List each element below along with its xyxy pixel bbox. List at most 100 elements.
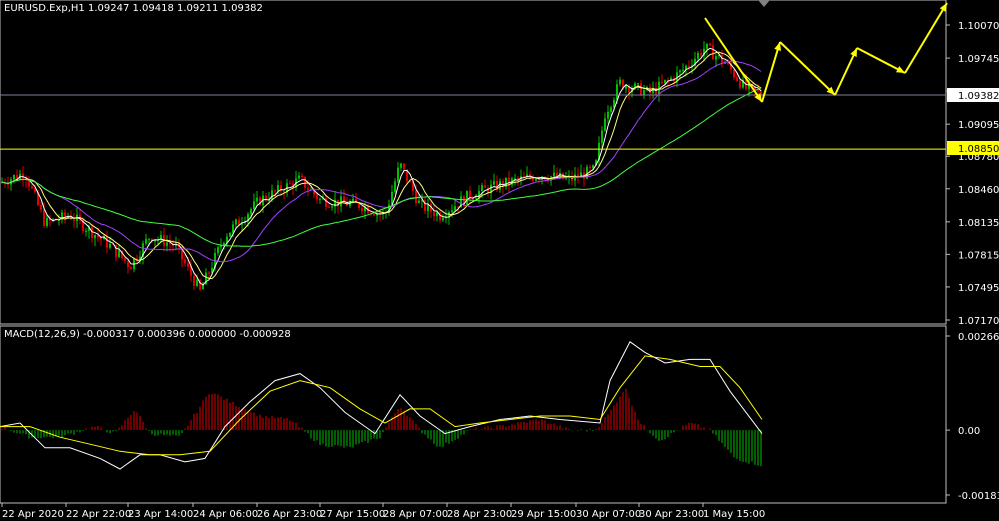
candle-body <box>148 238 150 240</box>
time-tick-label: 26 Apr 23:00 <box>257 509 322 520</box>
price-tick-label: 1.07495 <box>958 283 999 294</box>
candle-body <box>727 62 729 64</box>
hline-price-label: 1.08850 <box>958 144 999 155</box>
candle-body <box>166 242 168 246</box>
candle-body <box>436 212 438 217</box>
candle-body <box>109 243 111 248</box>
candle-body <box>193 275 195 287</box>
candle-body <box>514 178 516 180</box>
time-tick-label: 28 Apr 23:00 <box>447 509 512 520</box>
candle-body <box>415 190 417 203</box>
candle-body <box>442 218 444 221</box>
candle-body <box>256 197 258 202</box>
candle-body <box>712 45 714 60</box>
candle-body <box>250 209 252 215</box>
time-tick-label: 29 Apr 15:00 <box>511 509 576 520</box>
macd-axis: 0.002663 0.00 -0.001837 <box>946 332 999 502</box>
candle-body <box>625 86 627 89</box>
price-panel-frame <box>0 0 947 325</box>
price-panel[interactable]: 1.100701.097451.094201.090951.087801.084… <box>0 0 999 327</box>
price-tick-label: 1.07815 <box>958 250 999 261</box>
candle-body <box>238 219 240 225</box>
candle-body <box>715 56 717 60</box>
candle-body <box>289 183 291 185</box>
candle-body <box>508 177 510 185</box>
time-tick-label: 27 Apr 15:00 <box>320 509 385 520</box>
candle-body <box>457 206 459 208</box>
candle-body <box>604 118 606 131</box>
candle-body <box>475 197 477 199</box>
candle-body <box>361 208 363 212</box>
candle-body <box>709 43 711 46</box>
candle-body <box>124 258 126 262</box>
candle-body <box>739 80 741 88</box>
candle-body <box>7 183 9 185</box>
candle-body <box>706 43 708 49</box>
candle-body <box>433 211 435 217</box>
candle-body <box>619 79 621 85</box>
candle-body <box>301 175 303 177</box>
candle-body <box>466 190 468 205</box>
candle-body <box>397 167 399 182</box>
candle-body <box>253 201 255 210</box>
candle-body <box>274 190 276 192</box>
candle-body <box>394 181 396 192</box>
candle-body <box>535 178 537 181</box>
time-axis: 22 Apr 2020 22 Apr 22:0023 Apr 14:00 24 Ap… <box>1 503 765 520</box>
price-tick-label: 1.08135 <box>958 218 999 229</box>
candle-body <box>298 175 300 179</box>
candle-body <box>319 199 321 201</box>
hline-price-tag: 1.08850 <box>947 141 999 155</box>
candle-body <box>277 185 279 192</box>
candle-body <box>94 235 96 239</box>
candle-body <box>328 206 330 208</box>
trading-chart[interactable]: 1.100701.097451.094201.090951.087801.084… <box>0 0 999 521</box>
candle-body <box>697 53 699 59</box>
candle-body <box>217 247 219 253</box>
candle-body <box>454 206 456 211</box>
candle-body <box>46 218 48 226</box>
candle-body <box>232 224 234 233</box>
candle-body <box>304 176 306 188</box>
candle-body <box>208 272 210 274</box>
candle-body <box>373 213 375 216</box>
macd-panel[interactable]: 0.002663 0.00 -0.001837 <box>0 325 999 504</box>
candle-body <box>271 190 273 200</box>
time-tick-label: 22 Apr 2020 <box>2 509 64 520</box>
candle-body <box>610 107 612 112</box>
candle-body <box>664 79 666 83</box>
candle-body <box>229 232 231 237</box>
candle-body <box>331 206 333 208</box>
current-price-tag: 1.09382 <box>947 88 999 102</box>
candle-body <box>130 267 132 269</box>
time-tick-label: 1 May 15:00 <box>703 509 765 520</box>
candle-body <box>145 239 147 244</box>
candle-body <box>13 175 15 180</box>
candle-body <box>640 83 642 96</box>
candle-body <box>733 69 735 78</box>
time-tick-label: 30 Apr 07:00 <box>576 509 641 520</box>
symbol-info: EURUSD.Exp,H1 1.09247 1.09418 1.09211 1.… <box>4 3 263 14</box>
candle-body <box>553 172 555 177</box>
candle-body <box>127 261 129 268</box>
candle-body <box>403 163 405 170</box>
candle-body <box>589 166 591 168</box>
time-tick-label: 22 Apr 22:00 <box>66 509 131 520</box>
candle-body <box>649 87 651 94</box>
candle-body <box>658 81 660 94</box>
candle-body <box>637 83 639 85</box>
candle-body <box>451 210 453 213</box>
candle-body <box>757 90 759 92</box>
price-tick-label: 1.08460 <box>958 185 999 196</box>
candle-body <box>493 181 495 185</box>
candle-body <box>688 65 690 67</box>
candle-body <box>85 230 87 232</box>
candle-body <box>484 185 486 188</box>
candle-body <box>736 77 738 81</box>
candle-body <box>187 263 189 267</box>
time-tick-label: 30 Apr 23:00 <box>639 509 704 520</box>
candle-body <box>682 69 684 71</box>
candle-body <box>616 84 618 100</box>
candle-body <box>661 81 663 83</box>
current-price-label: 1.09382 <box>958 91 999 102</box>
